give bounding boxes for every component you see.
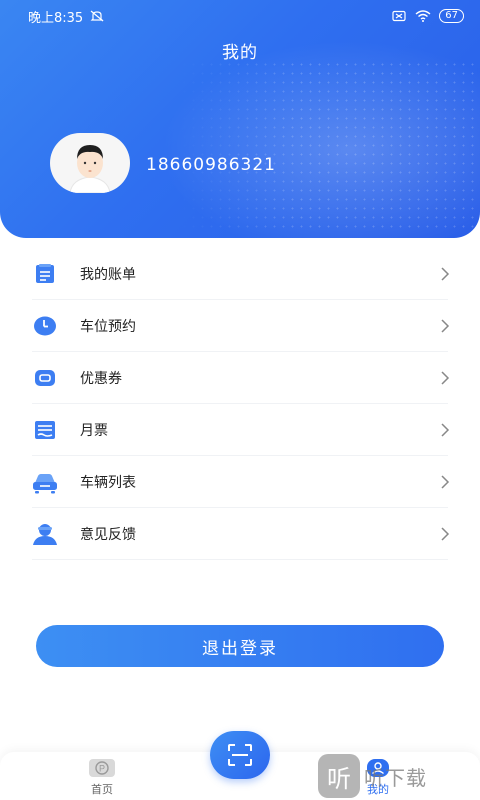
monthly-ticket-icon [32,417,58,443]
menu-list: 我的账单 车位预约 优惠券 月票 车辆列表 意见反馈 [0,248,480,560]
car-icon [32,469,58,495]
sim-icon [392,10,406,22]
header-dot-pattern [180,60,480,230]
chevron-right-icon [441,527,450,541]
user-icon [367,759,389,777]
menu-item-label: 优惠券 [80,371,122,387]
tab-mine[interactable]: 我的 [348,758,408,800]
battery-indicator: 67 [439,9,464,23]
menu-item-monthly-ticket[interactable]: 月票 [0,404,480,456]
feedback-icon [32,521,58,547]
menu-item-feedback[interactable]: 意见反馈 [0,508,480,560]
parking-icon: P [89,759,115,777]
user-avatar-icon [69,145,111,193]
menu-item-reservation[interactable]: 车位预约 [0,300,480,352]
menu-item-bill[interactable]: 我的账单 [0,248,480,300]
chevron-right-icon [441,319,450,333]
page-title: 我的 [222,43,258,63]
coupon-icon [32,365,58,391]
menu-item-label: 意见反馈 [80,527,136,543]
tab-home-label: 首页 [91,783,113,796]
chevron-right-icon [441,267,450,281]
bill-icon [32,261,58,287]
scan-button[interactable] [210,731,270,779]
profile-header: 晚上8:35 67 我的 18660986321 [0,0,480,238]
scan-icon [228,744,252,766]
avatar[interactable] [50,133,130,193]
clock-icon [32,313,58,339]
mute-icon [90,10,104,22]
phone-number: 18660986321 [146,155,276,175]
menu-item-label: 车位预约 [80,319,136,335]
menu-item-label: 我的账单 [80,267,136,283]
chevron-right-icon [441,475,450,489]
chevron-right-icon [441,371,450,385]
status-time: 晚上8:35 [28,10,84,26]
tab-mine-label: 我的 [367,783,389,796]
tab-home[interactable]: P 首页 [72,758,132,800]
logout-button[interactable]: 退出登录 [36,625,444,667]
status-bar: 晚上8:35 67 [0,0,480,32]
menu-item-label: 车辆列表 [80,475,136,491]
menu-item-label: 月票 [80,423,108,439]
wifi-icon [415,10,431,22]
menu-item-vehicles[interactable]: 车辆列表 [0,456,480,508]
svg-text:P: P [99,764,105,774]
menu-item-coupon[interactable]: 优惠券 [0,352,480,404]
chevron-right-icon [441,423,450,437]
